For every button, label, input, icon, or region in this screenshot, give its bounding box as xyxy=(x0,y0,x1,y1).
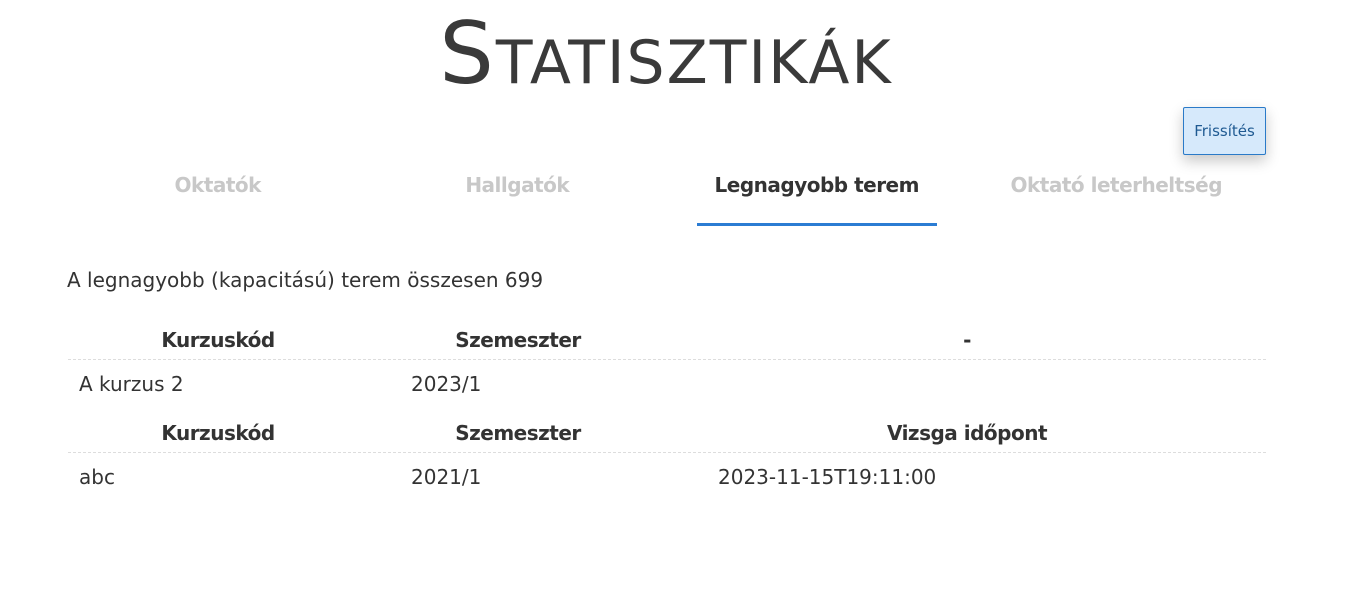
tab-hallgatok[interactable]: Hallgatók xyxy=(368,163,668,227)
column-header-szemeszter: Szemeszter xyxy=(455,328,581,352)
course-table: Kurzuskód Szemeszter - A kurzus 2 2023/1 xyxy=(68,321,1266,408)
cell-vizsga-idopont: 2023-11-15T19:11:00 xyxy=(718,465,937,489)
cell-szemeszter: 2023/1 xyxy=(411,372,482,396)
tab-oktato-leterheltseg[interactable]: Oktató leterheltség xyxy=(967,163,1267,227)
tab-bar: Oktatók Hallgatók Legnagyobb terem Oktat… xyxy=(68,163,1266,227)
exam-table: Kurzuskód Szemeszter Vizsga időpont abc … xyxy=(68,414,1266,501)
tab-oktatok[interactable]: Oktatók xyxy=(68,163,368,227)
tab-label: Legnagyobb terem xyxy=(696,163,937,226)
table-row: abc 2021/1 2023-11-15T19:11:00 xyxy=(68,453,1266,501)
refresh-button[interactable]: Frissítés xyxy=(1183,107,1266,155)
cell-szemeszter: 2021/1 xyxy=(411,465,482,489)
column-header-szemeszter: Szemeszter xyxy=(455,421,581,445)
cell-kurzuskod: abc xyxy=(79,465,115,489)
column-header-extra: - xyxy=(963,328,971,352)
table-row: A kurzus 2 2023/1 xyxy=(68,360,1266,408)
column-header-kurzuskod: Kurzuskód xyxy=(161,421,275,445)
page-title: Statisztikák xyxy=(439,4,893,104)
tab-label: Oktató leterheltség xyxy=(1010,173,1223,197)
summary-text: A legnagyobb (kapacitású) terem összesen… xyxy=(67,268,544,292)
tab-label: Oktatók xyxy=(174,173,262,197)
cell-kurzuskod: A kurzus 2 xyxy=(79,372,184,396)
tab-label: Hallgatók xyxy=(465,173,570,197)
table-header: Kurzuskód Szemeszter - xyxy=(68,321,1266,360)
column-header-kurzuskod: Kurzuskód xyxy=(161,328,275,352)
tab-legnagyobb-terem[interactable]: Legnagyobb terem xyxy=(667,163,967,227)
column-header-vizsga-idopont: Vizsga időpont xyxy=(886,421,1048,445)
table-header: Kurzuskód Szemeszter Vizsga időpont xyxy=(68,414,1266,453)
